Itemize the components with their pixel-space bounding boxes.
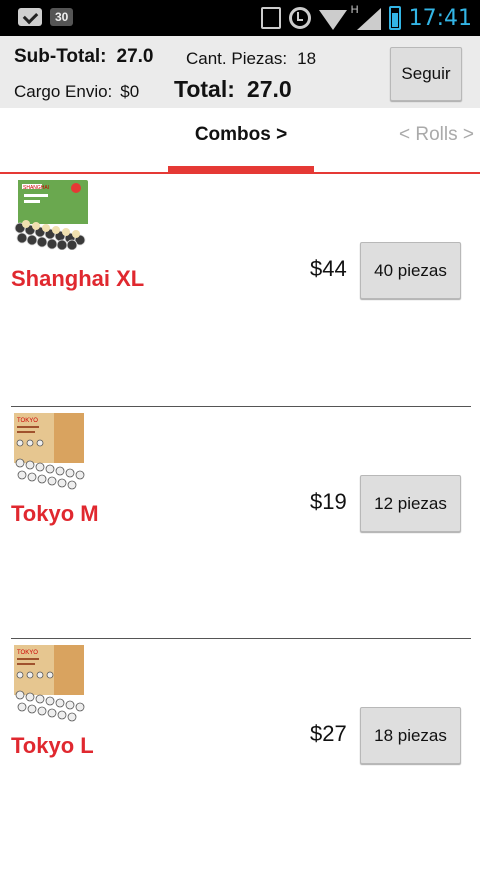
- signal-icon: H: [351, 4, 381, 30]
- box-label: SHANGHAI: [23, 185, 49, 191]
- order-summary: Sub-Total: 27.0 Cant. Piezas: 18 Cargo Env…: [0, 36, 480, 108]
- wifi-icon: [318, 10, 347, 30]
- total-value: 27.0: [246, 76, 292, 102]
- battery-icon: [388, 6, 401, 30]
- box-label: TOKYO: [17, 418, 38, 424]
- shipping-cost-value: $0: [120, 82, 140, 101]
- status-bar: 30 H 17:41: [0, 0, 480, 36]
- product-image: TOKYO: [12, 413, 86, 493]
- piece-count: Cant. Piezas: 18: [186, 49, 316, 69]
- product-item: TOKYO Tokyo L $27 18 piezas: [0, 639, 480, 871]
- piece-count-label: Cant. Piezas:: [186, 49, 288, 68]
- tab-rolls[interactable]: < Rolls >: [399, 124, 474, 146]
- product-name: Shanghai XL: [11, 266, 145, 291]
- message-notification-icon: [18, 8, 42, 26]
- product-name: Tokyo L: [11, 733, 94, 758]
- tab-combos[interactable]: Combos >: [168, 124, 314, 146]
- product-image: TOKYO: [12, 645, 86, 725]
- product-item: SHANGHAI Shanghai XL $44 40 piezas: [0, 174, 480, 406]
- shipping-cost-label: Cargo Envio:: [14, 82, 113, 101]
- status-time: 17:41: [408, 5, 472, 31]
- product-price: $19: [310, 489, 347, 514]
- subtotal-label: Sub-Total:: [14, 46, 107, 67]
- shipping-cost: Cargo Envio: $0: [14, 82, 139, 102]
- total: Total: 27.0: [174, 76, 292, 103]
- add-product-button[interactable]: 40 piezas: [360, 242, 461, 299]
- product-price: $27: [310, 721, 347, 746]
- box-label: TOKYO: [17, 650, 38, 656]
- category-tabs: Combos > < Rolls >: [0, 108, 480, 174]
- product-item: TOKYO Tokyo M $19 12 piezas: [0, 407, 480, 639]
- product-name: Tokyo M: [11, 501, 99, 526]
- subtotal: Sub-Total: 27.0: [14, 46, 154, 68]
- seguir-button[interactable]: Seguir: [390, 47, 462, 101]
- add-product-button[interactable]: 12 piezas: [360, 475, 461, 532]
- alarm-icon: [288, 7, 311, 29]
- subtotal-value: 27.0: [116, 46, 154, 67]
- notification-badge: 30: [50, 8, 74, 26]
- add-product-button[interactable]: 18 piezas: [360, 707, 461, 764]
- piece-count-value: 18: [297, 49, 317, 68]
- total-label: Total:: [174, 76, 235, 102]
- network-type: H: [350, 4, 359, 16]
- vibrate-icon: [260, 7, 281, 29]
- product-price: $44: [310, 256, 347, 281]
- product-image: SHANGHAI: [12, 180, 88, 250]
